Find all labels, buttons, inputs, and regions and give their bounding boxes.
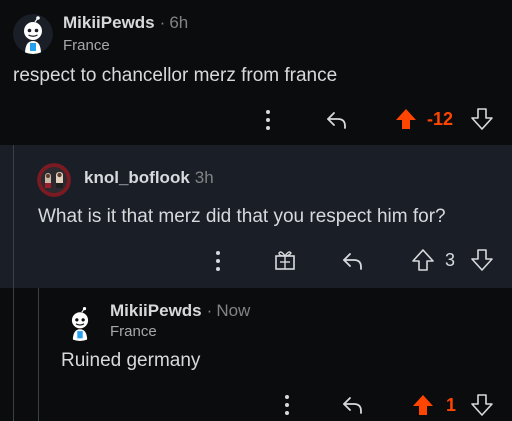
- thread-line[interactable]: [13, 145, 14, 288]
- more-options-icon[interactable]: [256, 108, 280, 132]
- separator: ·: [159, 13, 166, 32]
- timestamp: Now: [216, 301, 251, 320]
- username[interactable]: MikiiPewds: [110, 301, 202, 320]
- more-options-icon[interactable]: [206, 249, 230, 273]
- more-options-icon[interactable]: [275, 393, 299, 417]
- upvote-icon[interactable]: [393, 106, 419, 132]
- thread-line[interactable]: [38, 288, 39, 421]
- username[interactable]: knol_boflook: [84, 168, 190, 187]
- upvote-icon[interactable]: [410, 392, 436, 418]
- user-flair: France: [110, 323, 157, 340]
- comment-thread: MikiiPewds · 6h France respect to chancell…: [0, 0, 512, 421]
- comment-body: What is it that merz did that you respec…: [38, 206, 446, 227]
- vote-score: -12: [427, 109, 454, 129]
- upvote-icon[interactable]: [410, 247, 436, 273]
- vote-score: 3: [445, 250, 456, 270]
- author-line: knol_boflook 3h: [84, 168, 214, 188]
- downvote-icon[interactable]: [469, 392, 495, 418]
- separator: ·: [206, 301, 213, 320]
- user-flair: France: [63, 37, 110, 54]
- comment-mikiipewds-1: MikiiPewds · 6h France respect to chancell…: [0, 0, 512, 145]
- award-gift-icon[interactable]: [272, 247, 298, 273]
- comment-body: Ruined germany: [61, 350, 201, 371]
- comment-knol-boflook: knol_boflook 3h What is it that merz did …: [0, 145, 512, 288]
- reply-icon[interactable]: [340, 248, 366, 274]
- downvote-icon[interactable]: [469, 106, 495, 132]
- timestamp: 6h: [169, 13, 189, 32]
- thread-line[interactable]: [13, 288, 14, 421]
- username[interactable]: MikiiPewds: [63, 13, 155, 32]
- author-line: MikiiPewds · 6h: [63, 13, 188, 33]
- snoo-avatar-icon[interactable]: [62, 305, 98, 341]
- author-line: MikiiPewds · Now: [110, 301, 250, 321]
- reply-icon[interactable]: [340, 392, 366, 418]
- downvote-icon[interactable]: [469, 247, 495, 273]
- comment-mikiipewds-2: MikiiPewds · Now France Ruined germany 1: [0, 288, 512, 421]
- vote-score: 1: [446, 395, 457, 415]
- snoo-avatar-icon[interactable]: [13, 14, 53, 54]
- comment-body: respect to chancellor merz from france: [13, 65, 338, 86]
- reply-icon[interactable]: [324, 107, 350, 133]
- timestamp: 3h: [194, 168, 214, 187]
- user-avatar-icon[interactable]: [37, 163, 71, 197]
